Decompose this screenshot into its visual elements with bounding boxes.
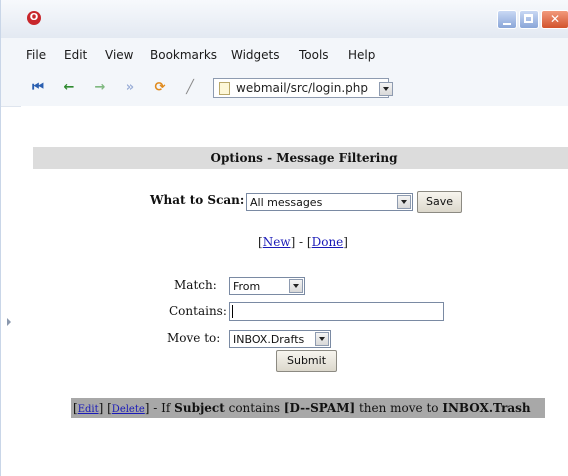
new-link[interactable]: New: [263, 235, 291, 249]
rule-text: contains: [224, 401, 284, 415]
match-select-value: From: [233, 280, 261, 293]
navigation-toolbar: ⏮ ← → » ⟳ ╱ webmail/src/login.php: [1, 72, 568, 107]
delete-rule-link[interactable]: Delete: [112, 404, 145, 415]
page-content: Options - Message Filtering What to Scan…: [21, 106, 568, 476]
move-to-label: Move to:: [167, 331, 221, 345]
rule-bracket: ] [: [98, 401, 112, 415]
new-done-links: [New] - [Done]: [258, 235, 348, 249]
close-icon: ✕: [549, 12, 561, 26]
match-label: Match:: [174, 278, 217, 292]
edit-pencil-icon[interactable]: ╱: [183, 81, 197, 95]
contains-input[interactable]: [229, 302, 444, 321]
minimize-icon: [503, 23, 511, 25]
submit-button[interactable]: Submit: [276, 350, 337, 372]
match-select[interactable]: From: [229, 277, 305, 295]
reload-icon[interactable]: ⟳: [153, 81, 167, 95]
page-title: Options - Message Filtering: [33, 147, 568, 169]
text-caret: [232, 305, 233, 318]
done-link[interactable]: Done: [312, 235, 344, 249]
bracket-close: ]: [343, 235, 348, 249]
address-text: webmail/src/login.php: [236, 81, 369, 95]
move-to-select-value: INBOX.Drafts: [233, 333, 305, 346]
fast-forward-icon[interactable]: »: [123, 81, 137, 95]
address-field[interactable]: webmail/src/login.php: [213, 78, 389, 98]
forward-icon[interactable]: →: [93, 81, 107, 95]
title-bar: O ✕: [1, 0, 568, 39]
menu-tools[interactable]: Tools: [299, 48, 329, 62]
menu-file[interactable]: File: [26, 48, 46, 62]
rule-text: - If: [149, 401, 175, 415]
contains-label: Contains:: [169, 304, 227, 318]
chevron-down-icon: [315, 332, 329, 346]
rewind-icon[interactable]: ⏮: [31, 81, 45, 95]
menu-bar: File Edit View Bookmarks Widgets Tools H…: [1, 38, 568, 72]
rule-text: then move to: [355, 401, 443, 415]
filter-rule-row: [Edit] [Delete] - If Subject contains [D…: [71, 398, 545, 418]
chevron-down-icon: [289, 279, 303, 293]
rule-field: Subject: [174, 401, 225, 415]
menu-bookmarks[interactable]: Bookmarks: [150, 48, 217, 62]
chevron-down-icon: [397, 195, 411, 209]
maximize-button[interactable]: [519, 10, 539, 29]
menu-edit[interactable]: Edit: [64, 48, 87, 62]
scan-select[interactable]: All messages: [246, 193, 413, 211]
page-icon: [219, 82, 230, 95]
rule-pattern: [D--SPAM]: [283, 401, 356, 415]
edit-rule-link[interactable]: Edit: [78, 404, 99, 415]
save-button[interactable]: Save: [417, 191, 462, 213]
opera-logo-icon: O: [27, 11, 41, 25]
address-dropdown-button[interactable]: [379, 82, 393, 96]
close-button[interactable]: ✕: [541, 10, 568, 29]
move-to-select[interactable]: INBOX.Drafts: [229, 330, 331, 348]
scroll-marker-icon: [7, 318, 11, 326]
menu-help[interactable]: Help: [348, 48, 375, 62]
back-icon[interactable]: ←: [62, 81, 76, 95]
minimize-button[interactable]: [497, 10, 517, 29]
menu-widgets[interactable]: Widgets: [231, 48, 280, 62]
link-separator: ] - [: [290, 235, 312, 249]
what-to-scan-label: What to Scan:: [150, 193, 245, 207]
rule-folder: INBOX.Trash: [442, 401, 531, 415]
scan-select-value: All messages: [250, 196, 323, 209]
maximize-icon: [524, 14, 533, 23]
menu-view[interactable]: View: [105, 48, 133, 62]
browser-window: O ✕ File Edit View Bookmarks Widgets Too…: [0, 0, 568, 476]
